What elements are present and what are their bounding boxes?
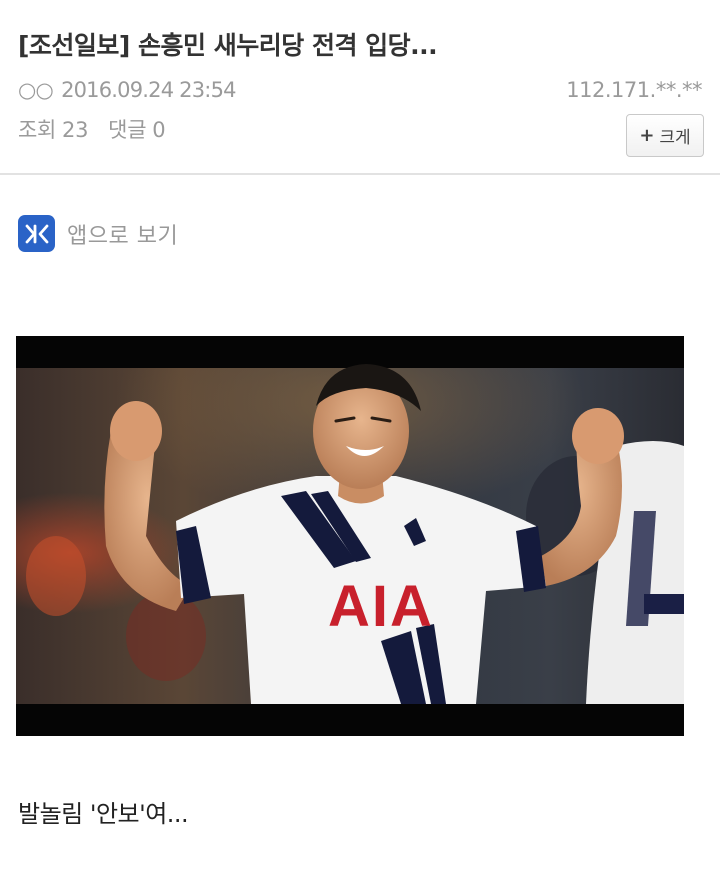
views-count: 23: [62, 118, 89, 142]
open-in-app-link[interactable]: 앱으로 보기: [18, 215, 178, 252]
post-meta: ○○ 2016.09.24 23:54: [18, 78, 237, 102]
views-label: 조회: [18, 118, 57, 142]
comments-label: 댓글: [108, 118, 147, 142]
zoom-button[interactable]: + 크게: [626, 114, 704, 157]
post-title: [조선일보] 손흥민 새누리당 전격 입당...: [18, 31, 438, 60]
app-logo-icon: [18, 215, 55, 252]
author-name[interactable]: ○○: [18, 78, 54, 102]
post-stats: 조회 23 댓글 0: [18, 114, 171, 144]
zoom-button-label: 크게: [659, 128, 691, 148]
post-photo: AIA: [16, 336, 684, 736]
open-in-app-label: 앱으로 보기: [67, 223, 179, 249]
football-player-celebrating-photo: AIA: [16, 336, 684, 736]
jersey-sponsor-text: AIA: [328, 574, 434, 639]
header-divider: [0, 173, 720, 175]
post-page: [조선일보] 손흥민 새누리당 전격 입당... ○○ 2016.09.24 23…: [0, 0, 720, 880]
plus-icon: +: [639, 125, 655, 146]
author-ip: 112.171.**.**: [566, 78, 702, 102]
comments-count: 0: [152, 118, 166, 142]
post-body-text: 발놀림 '안보'여...: [18, 800, 189, 828]
post-datetime: 2016.09.24 23:54: [61, 78, 236, 102]
